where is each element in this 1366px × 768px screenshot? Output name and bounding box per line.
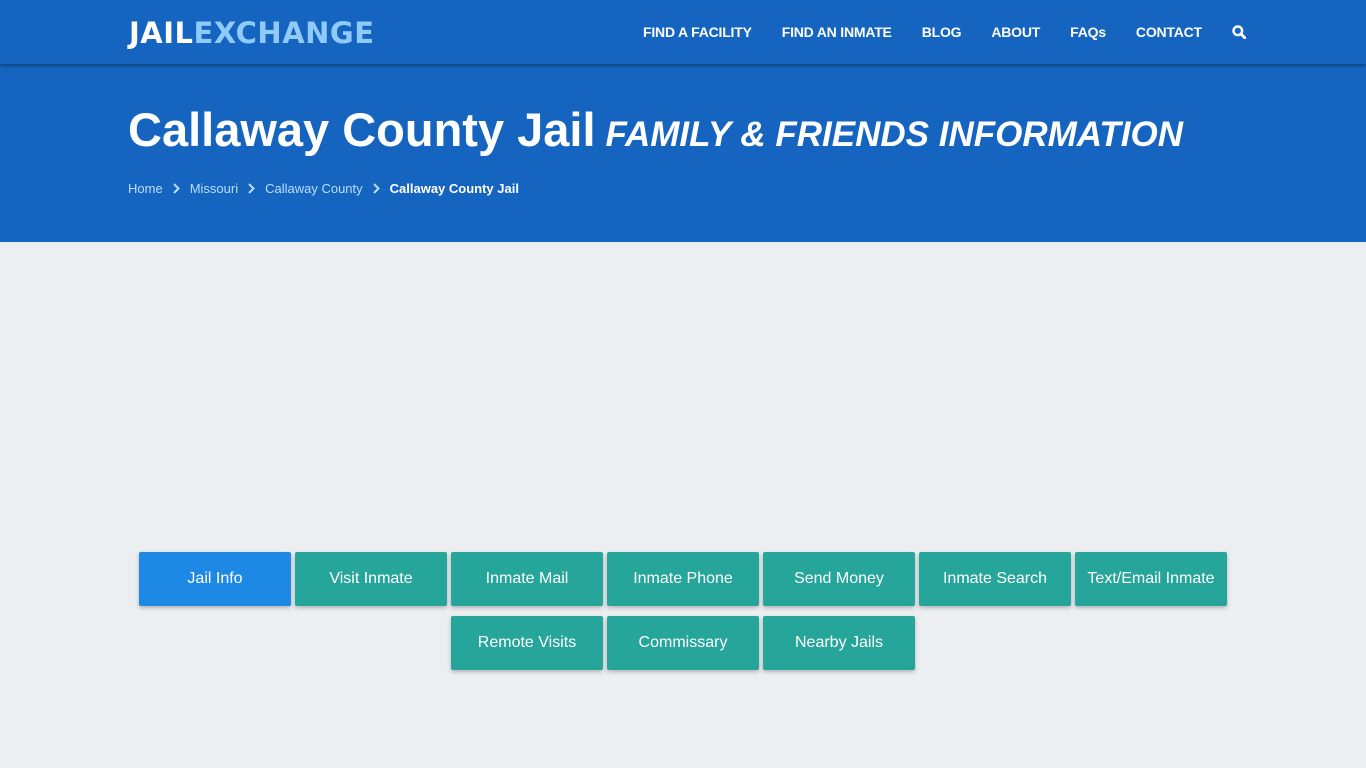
nav-find-inmate[interactable]: FIND AN INMATE [782, 24, 892, 40]
visit-inmate-button[interactable]: Visit Inmate [295, 552, 447, 606]
remote-visits-button[interactable]: Remote Visits [451, 616, 603, 670]
breadcrumb: Home Missouri Callaway County Callaway C… [128, 181, 519, 196]
page-subtitle: FAMILY & FRIENDS INFORMATION [605, 115, 1184, 154]
chevron-right-icon [172, 183, 180, 194]
nearby-jails-button[interactable]: Nearby Jails [763, 616, 915, 670]
breadcrumb-state[interactable]: Missouri [190, 181, 238, 196]
chevron-right-icon [372, 183, 380, 194]
jail-info-button[interactable]: Jail Info [139, 552, 291, 606]
logo-jail: JAIL [129, 16, 194, 50]
breadcrumb-current: Callaway County Jail [389, 181, 519, 196]
facility-nav-buttons: Jail Info Visit Inmate Inmate Mail Inmat… [0, 552, 1366, 680]
inmate-search-button[interactable]: Inmate Search [919, 552, 1071, 606]
nav-about[interactable]: ABOUT [991, 24, 1040, 40]
site-logo[interactable]: JAILEXCHANGE [129, 15, 375, 51]
navbar: JAILEXCHANGE FIND A FACILITY FIND AN INM… [0, 0, 1366, 64]
breadcrumb-home[interactable]: Home [128, 181, 163, 196]
nav-contact[interactable]: CONTACT [1136, 24, 1202, 40]
breadcrumb-county[interactable]: Callaway County [265, 181, 363, 196]
logo-exchange: EXCHANGE [193, 16, 375, 50]
inmate-phone-button[interactable]: Inmate Phone [607, 552, 759, 606]
nav-faqs[interactable]: FAQs [1070, 24, 1106, 40]
search-button[interactable] [1232, 25, 1246, 39]
hero-banner: Callaway County Jail FAMILY & FRIENDS INF… [0, 64, 1366, 242]
inmate-mail-button[interactable]: Inmate Mail [451, 552, 603, 606]
button-row-1: Jail Info Visit Inmate Inmate Mail Inmat… [0, 552, 1366, 606]
facility-name: Callaway County Jail [128, 103, 596, 156]
nav-blog[interactable]: BLOG [922, 24, 962, 40]
button-row-2: Remote Visits Commissary Nearby Jails [0, 616, 1366, 670]
nav-find-facility[interactable]: FIND A FACILITY [643, 24, 752, 40]
page-title: Callaway County Jail FAMILY & FRIENDS INF… [128, 102, 1183, 157]
search-icon [1232, 25, 1246, 39]
commissary-button[interactable]: Commissary [607, 616, 759, 670]
send-money-button[interactable]: Send Money [763, 552, 915, 606]
main-nav: FIND A FACILITY FIND AN INMATE BLOG ABOU… [643, 0, 1276, 64]
text-email-inmate-button[interactable]: Text/Email Inmate [1075, 552, 1227, 606]
chevron-right-icon [248, 183, 256, 194]
